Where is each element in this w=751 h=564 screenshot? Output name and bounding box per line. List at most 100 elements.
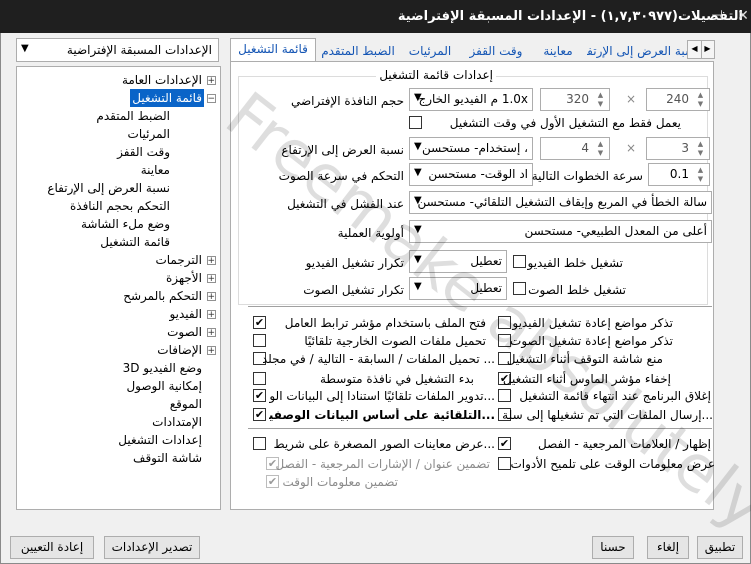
tree-item-location[interactable]: الموقع bbox=[170, 395, 202, 413]
expand-icon[interactable]: + bbox=[207, 256, 216, 266]
expand-icon[interactable]: + bbox=[207, 274, 216, 284]
thumbnails-checkbox[interactable] bbox=[253, 437, 266, 450]
aspect-select[interactable]: ، إستخدام- مستحسن ▼ bbox=[409, 137, 533, 160]
close-on-end-checkbox[interactable] bbox=[498, 389, 511, 402]
spin-down-icon[interactable]: ▼ bbox=[694, 149, 707, 158]
tree-item-window-size[interactable]: التحكم بحجم النافذة bbox=[70, 197, 170, 215]
aspect-label: نسبة العرض إلى الإرتفاع bbox=[281, 143, 404, 157]
tree-item-advanced[interactable]: الضبط المتقدم bbox=[96, 107, 170, 125]
expand-icon[interactable]: + bbox=[207, 310, 216, 320]
spin-down-icon[interactable]: ▼ bbox=[694, 175, 707, 184]
hide-cursor-label: إخفاء مؤشر الماوس أثناء التشغيل bbox=[502, 372, 671, 386]
spin-down-icon[interactable]: ▼ bbox=[594, 149, 607, 158]
divider bbox=[248, 306, 712, 307]
tree-item-visuals[interactable]: المرئيات bbox=[128, 125, 170, 143]
show-chapters-checkbox[interactable]: ✔ bbox=[498, 437, 511, 450]
tab-scroll-left-icon[interactable]: ◀ bbox=[687, 40, 702, 59]
expand-icon[interactable]: + bbox=[207, 346, 216, 356]
reset-button[interactable]: إعادة التعيين bbox=[10, 536, 94, 559]
tree-item-aspect[interactable]: نسبة العرض إلى الإرتفاع bbox=[47, 179, 170, 197]
spin-up-icon[interactable]: ▲ bbox=[694, 140, 707, 149]
spin-up-icon[interactable]: ▲ bbox=[594, 91, 607, 100]
priority-label: أولوية العملية bbox=[337, 226, 404, 240]
settings-tree[interactable]: الإعدادات العامة + قائمة التشغيل − الضبط… bbox=[16, 66, 221, 510]
metadata-title-checkbox[interactable]: ✔ bbox=[253, 408, 266, 421]
expand-icon[interactable]: + bbox=[207, 292, 216, 302]
audio-repeat-value: تعطيل bbox=[470, 281, 502, 295]
height-spinner[interactable]: 240 ▲ ▼ bbox=[646, 88, 710, 111]
tree-item-playback[interactable]: إعدادات التشغيل bbox=[118, 431, 202, 449]
collapse-icon[interactable]: − bbox=[207, 94, 216, 104]
video-repeat-select[interactable]: تعطيل ▼ bbox=[409, 250, 507, 273]
remember-video-pos-checkbox[interactable] bbox=[498, 316, 511, 329]
tree-item-addons[interactable]: الإضافات bbox=[157, 341, 202, 359]
chevron-down-icon: ▼ bbox=[414, 224, 422, 235]
video-shuffle-checkbox[interactable] bbox=[513, 255, 526, 268]
prevent-screensaver-label: منع شاشة التوقف أثناء التشغيل bbox=[506, 352, 663, 366]
spin-up-icon[interactable]: ▲ bbox=[594, 140, 607, 149]
tree-item-screensaver[interactable]: شاشة التوقف bbox=[133, 449, 202, 467]
first-only-checkbox[interactable] bbox=[409, 116, 422, 129]
aspect-w-value: 4 bbox=[581, 141, 589, 155]
spin-up-icon[interactable]: ▲ bbox=[694, 91, 707, 100]
cancel-button[interactable]: إلغاء bbox=[647, 536, 689, 559]
expand-icon[interactable]: + bbox=[207, 328, 216, 338]
remember-video-pos-label: تذكر مواضع إعادة تشغيل الفيديو bbox=[512, 316, 673, 330]
tree-item-filters[interactable]: التحكم بالمرشح bbox=[123, 287, 202, 305]
audio-repeat-label: تكرار تشغيل الصوت bbox=[303, 283, 404, 297]
spin-up-icon[interactable]: ▲ bbox=[694, 166, 707, 175]
tree-item-video[interactable]: الفيديو bbox=[169, 305, 202, 323]
metadata-title-label: ...التلقائية على أساس البيانات الوصفية r… bbox=[269, 408, 495, 422]
tree-item-subtitles[interactable]: الترجمات bbox=[155, 251, 202, 269]
tree-item-playlist[interactable]: قائمة التشغيل bbox=[130, 89, 204, 107]
window-title: التفصيلات(١,٧,٣٠٩٧٧) - الإعدادات المسبقة… bbox=[397, 9, 743, 24]
remember-audio-pos-label: تذكر مواضع إعادة تشغيل الصوت bbox=[510, 334, 673, 348]
close-icon[interactable]: ✕ bbox=[734, 7, 751, 25]
times-sign: × bbox=[626, 141, 637, 155]
include-time-checkbox[interactable]: ✔ bbox=[266, 475, 279, 488]
tree-item-fullscreen[interactable]: وضع ملء الشاشة bbox=[81, 215, 170, 233]
speed-select[interactable]: اد الوقت- مستحسن ▼ bbox=[409, 163, 533, 186]
expand-icon[interactable]: + bbox=[207, 76, 216, 86]
start-medium-window-checkbox[interactable] bbox=[253, 372, 266, 385]
pin-icon[interactable]: ⊣ bbox=[708, 7, 726, 25]
audio-repeat-select[interactable]: تعطيل ▼ bbox=[409, 277, 507, 300]
tab-bar: قائمة التشغيل الضبط المتقدم المرئيات وقت… bbox=[230, 36, 715, 64]
ok-button[interactable]: حسنا bbox=[592, 536, 634, 559]
worker-thread-checkbox[interactable]: ✔ bbox=[253, 316, 266, 329]
tree-item-devices[interactable]: الأجهزة bbox=[166, 269, 202, 287]
auto-rotate-checkbox[interactable]: ✔ bbox=[253, 389, 266, 402]
preset-select[interactable]: الإعدادات المسبقة الإفتراضية ▼ bbox=[16, 38, 219, 62]
spin-down-icon[interactable]: ▼ bbox=[594, 100, 607, 109]
tree-item-extensions[interactable]: الإمتدادات bbox=[152, 413, 202, 431]
tree-item-accessibility[interactable]: إمكانية الوصول bbox=[126, 377, 202, 395]
tree-item-audio[interactable]: الصوت bbox=[167, 323, 202, 341]
audio-shuffle-checkbox[interactable] bbox=[513, 282, 526, 295]
step-spinner[interactable]: 0.1 ▲ ▼ bbox=[648, 163, 710, 186]
tooltip-time-checkbox[interactable] bbox=[498, 457, 511, 470]
start-medium-window-label: بدء التشغيل في نافذة متوسطة bbox=[320, 372, 474, 386]
aspect-h-spinner[interactable]: 3 ▲ ▼ bbox=[646, 137, 710, 160]
tree-item-3d[interactable]: وضع الفيديو 3D bbox=[123, 359, 202, 377]
tree-item-playlist-sub[interactable]: قائمة التشغيل bbox=[100, 233, 170, 251]
priority-select[interactable]: أعلى من المعدل الطبيعي- مستحسن ▼ bbox=[409, 220, 712, 243]
export-settings-button[interactable]: تصدير الإعدادات bbox=[104, 536, 200, 559]
spin-down-icon[interactable]: ▼ bbox=[694, 100, 707, 109]
onfail-select[interactable]: سالة الخطأ في المربع وإيقاف التشغيل التل… bbox=[409, 191, 712, 214]
auto-rotate-label: ...تدوير الملفات تلقائيًا استنادا إلى ال… bbox=[269, 389, 495, 403]
step-value: 0.1 bbox=[669, 167, 689, 181]
audio-shuffle-label: تشغيل خلط الصوت bbox=[528, 283, 626, 297]
chevron-down-icon: ▼ bbox=[414, 167, 422, 178]
include-title-label: تضمين عنوان / الإشارات المرجعية - الفصل bbox=[275, 457, 490, 471]
tree-item-jump-time[interactable]: وقت القفز bbox=[117, 143, 170, 161]
tree-item-preview[interactable]: معاينة bbox=[141, 161, 170, 179]
chevron-down-icon: ▼ bbox=[414, 92, 422, 103]
tab-scroll-right-icon[interactable]: ▶ bbox=[700, 40, 715, 59]
tree-item-general[interactable]: الإعدادات العامة bbox=[122, 71, 202, 89]
auto-audio-label: تحميل ملفات الصوت الخارجية تلقائيًا bbox=[304, 334, 486, 348]
window-size-select[interactable]: 1.0x م الفيديو الخارج ▼ bbox=[409, 88, 533, 111]
aspect-w-spinner[interactable]: 4 ▲ ▼ bbox=[540, 137, 610, 160]
width-spinner[interactable]: 320 ▲ ▼ bbox=[540, 88, 610, 111]
auto-audio-checkbox[interactable] bbox=[253, 334, 266, 347]
apply-button[interactable]: تطبيق bbox=[697, 536, 743, 559]
